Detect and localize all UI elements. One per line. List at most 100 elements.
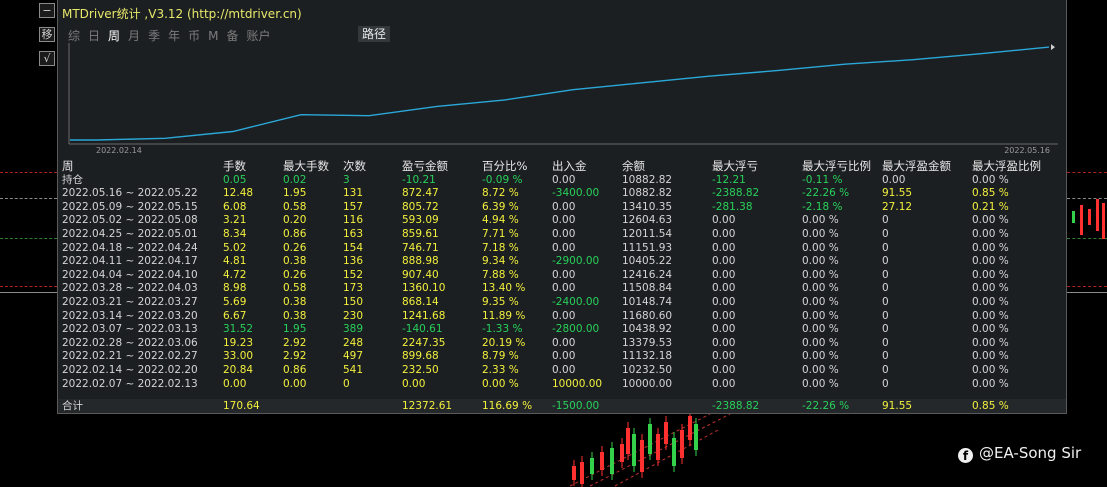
table-cell: 9.34 % xyxy=(482,255,519,268)
table-cell: 868.14 xyxy=(402,295,439,308)
table-cell: 2022.05.09 ~ 2022.05.15 xyxy=(62,200,198,213)
table-cell: 0.86 xyxy=(283,363,307,376)
table-cell: 888.98 xyxy=(402,255,439,268)
table-cell: 8.98 xyxy=(223,282,247,295)
tab-6[interactable]: 币 xyxy=(188,27,200,44)
table-cell: 0.00 xyxy=(712,336,736,349)
table-cell: 最大浮亏 xyxy=(712,159,758,173)
equity-chart: 2022.02.14 2022.05.16 xyxy=(68,43,1058,155)
candle-body xyxy=(572,466,576,480)
candle-body xyxy=(640,440,644,472)
table-cell: 10882.82 xyxy=(622,187,673,200)
table-row: 2022.03.07 ~ 2022.03.13 31.52 1.95 389 -140.… xyxy=(62,323,1062,337)
table-cell: 3 xyxy=(343,173,350,186)
table-cell: 2022.04.18 ~ 2022.04.24 xyxy=(62,241,198,254)
table-cell: 2.33 % xyxy=(482,363,519,376)
table-cell: 2022.04.25 ~ 2022.05.01 xyxy=(62,227,198,240)
table-cell: 0.00 xyxy=(552,227,576,240)
panel-title: MTDriver统计 ,V3.12 (http://mtdriver.cn) xyxy=(62,7,302,21)
price-line xyxy=(0,286,57,287)
tab-7[interactable]: M xyxy=(208,29,218,43)
table-cell: 8.79 % xyxy=(482,350,519,363)
tab-9[interactable]: 账户 xyxy=(246,27,270,44)
table-cell: 0.58 xyxy=(283,200,307,213)
tab-2[interactable]: 周 xyxy=(108,27,120,44)
table-cell: 5.02 xyxy=(223,241,247,254)
tab-3[interactable]: 月 xyxy=(128,27,140,44)
table-cell: 0.00 % xyxy=(802,363,839,376)
minimize-button[interactable]: − xyxy=(39,3,55,18)
table-cell: 0.21 % xyxy=(972,200,1009,213)
table-cell: 91.55 xyxy=(882,400,913,412)
table-cell: 最大浮亏比例 xyxy=(802,159,871,173)
table-row: 2022.03.21 ~ 2022.03.27 5.69 0.38 150 868.14… xyxy=(62,296,1062,310)
check-button[interactable]: √ xyxy=(39,51,55,66)
move-button[interactable]: 移 xyxy=(39,27,55,42)
table-cell: 91.55 xyxy=(882,187,913,200)
table-row: 2022.04.11 ~ 2022.04.17 4.81 0.38 136 888.98… xyxy=(62,255,1062,269)
table-cell: 盈亏金额 xyxy=(402,159,448,173)
table-cell: -140.61 xyxy=(402,323,443,336)
table-cell: 2022.02.07 ~ 2022.02.13 xyxy=(62,377,198,390)
table-cell: 0 xyxy=(882,282,889,295)
table-cell: 0 xyxy=(882,363,889,376)
tab-1[interactable]: 日 xyxy=(88,27,100,44)
table-row: 2022.05.09 ~ 2022.05.15 6.08 0.58 157 805.72… xyxy=(62,201,1062,215)
table-cell: 10438.92 xyxy=(622,323,673,336)
table-cell: 157 xyxy=(343,200,364,213)
tab-8[interactable]: 备 xyxy=(226,27,238,44)
table-cell: 170.64 xyxy=(223,400,260,412)
table-cell: -1500.00 xyxy=(552,400,600,412)
holding-label: 持仓 xyxy=(62,173,83,186)
table-cell: 1360.10 xyxy=(402,282,446,295)
table-cell: 2022.02.28 ~ 2022.03.06 xyxy=(62,336,198,349)
table-cell: 31.52 xyxy=(223,323,254,336)
table-cell: -0.11 % xyxy=(802,173,843,186)
table-row: 2022.02.07 ~ 2022.02.13 0.00 0.00 0 0.00 0.00… xyxy=(62,378,1062,392)
table-row: 2022.05.16 ~ 2022.05.22 12.48 1.95 131 872.4… xyxy=(62,187,1062,201)
table-cell: 136 xyxy=(343,255,364,268)
table-cell: 0.00 % xyxy=(802,323,839,336)
table-cell: 0 xyxy=(882,309,889,322)
path-button[interactable]: 路径 xyxy=(358,26,391,42)
table-cell: -2900.00 xyxy=(552,255,600,268)
table-cell: 12.48 xyxy=(223,187,254,200)
table-cell: 0.00 % xyxy=(972,255,1009,268)
table-cell: 33.00 xyxy=(223,350,254,363)
table-row: 2022.05.02 ~ 2022.05.08 3.21 0.20 116 593.09… xyxy=(62,214,1062,228)
table-cell: -2800.00 xyxy=(552,323,600,336)
table-cell: 0.00 xyxy=(712,268,736,281)
table-cell: 8.72 % xyxy=(482,187,519,200)
price-line xyxy=(1067,286,1107,287)
table-cell: 0.00 % xyxy=(802,350,839,363)
table-cell: 0.00 % xyxy=(802,377,839,390)
table-row: 2022.02.14 ~ 2022.02.20 20.84 0.86 541 232.5… xyxy=(62,364,1062,378)
stats-panel: MTDriver统计 ,V3.12 (http://mtdriver.cn) 综… xyxy=(57,0,1067,414)
table-cell: 2022.03.07 ~ 2022.03.13 xyxy=(62,323,198,336)
candle-body xyxy=(680,430,684,458)
candle-body xyxy=(664,422,668,444)
candle-body xyxy=(610,448,614,474)
table-cell: 2022.02.14 ~ 2022.02.20 xyxy=(62,363,198,376)
tab-0[interactable]: 综 xyxy=(68,27,80,44)
table-cell: 116.69 % xyxy=(482,400,533,412)
table-cell: 899.68 xyxy=(402,350,439,363)
candle-body xyxy=(1072,211,1075,223)
table-cell: 150 xyxy=(343,295,364,308)
table-cell: 593.09 xyxy=(402,214,439,227)
facebook-icon: f xyxy=(958,448,973,463)
table-cell: 0.26 xyxy=(283,241,307,254)
table-cell: 0.00 % xyxy=(802,214,839,227)
table-cell: 131 xyxy=(343,187,364,200)
equity-line xyxy=(70,46,1050,141)
table-cell: 10232.50 xyxy=(622,363,673,376)
tab-5[interactable]: 年 xyxy=(168,27,180,44)
table-cell: 541 xyxy=(343,363,364,376)
table-cell: 12604.63 xyxy=(622,214,673,227)
table-cell: 0.00 % xyxy=(802,282,839,295)
table-cell: 19.23 xyxy=(223,336,254,349)
table-cell: 10000.00 xyxy=(552,377,603,390)
table-cell: 最大浮盈金额 xyxy=(882,159,951,173)
tab-4[interactable]: 季 xyxy=(148,27,160,44)
price-candles xyxy=(569,414,731,487)
